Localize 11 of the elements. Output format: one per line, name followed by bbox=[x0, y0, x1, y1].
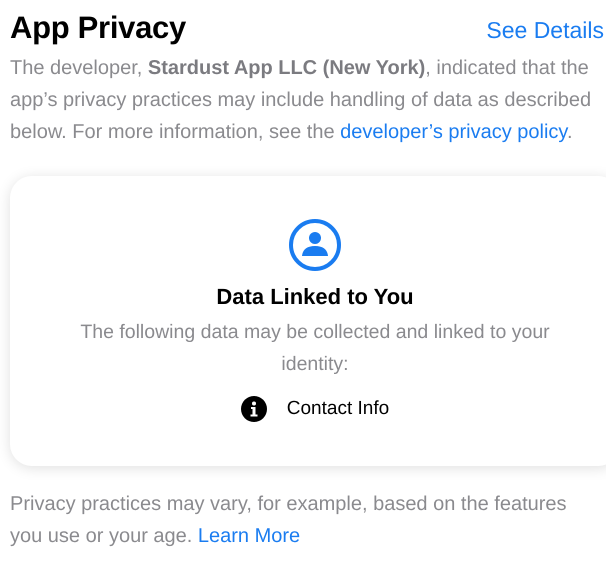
privacy-note: Privacy practices may vary, for example, based on the features you use or your age. Learn More bbox=[10, 492, 568, 549]
card-title: Data Linked to You bbox=[216, 284, 414, 310]
privacy-policy-link[interactable]: developer’s privacy policy bbox=[340, 121, 567, 143]
see-details-link[interactable]: See Details bbox=[486, 17, 604, 44]
privacy-description: The developer, Stardust App LLC (New York), indicated that the app’s privacy practices may include handling of data as described below. For more information, see the developer’s privacy policy. bbox=[10, 56, 592, 145]
learn-more-link[interactable]: Learn More bbox=[198, 525, 300, 547]
card-description: The following data may be collected and linked to your identity: bbox=[79, 320, 551, 377]
info-icon bbox=[240, 396, 267, 422]
section-title: App Privacy bbox=[10, 10, 186, 46]
person-icon bbox=[288, 218, 342, 272]
data-type-label: Contact Info bbox=[286, 398, 390, 420]
